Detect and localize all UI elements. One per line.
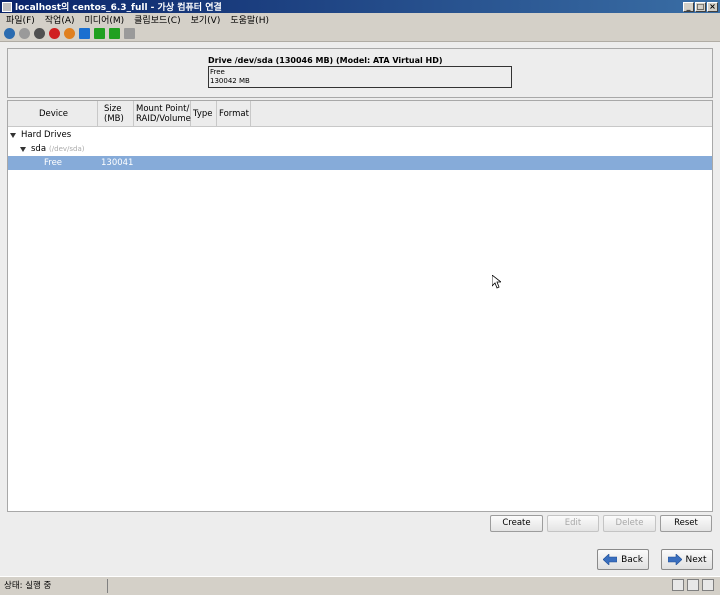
minimize-button[interactable]: _ xyxy=(683,1,694,12)
delete-button[interactable]: Delete xyxy=(603,515,656,532)
tree-row-sda[interactable]: sda (/dev/sda) xyxy=(8,142,712,156)
ctrl-alt-del-icon[interactable] xyxy=(4,28,15,39)
status-text: 상태: 실행 중 xyxy=(0,579,108,593)
back-arrow-icon xyxy=(603,554,618,565)
keyboard-icon xyxy=(672,579,684,591)
close-button[interactable]: × xyxy=(707,1,718,12)
partition-tree[interactable]: Device Size (MB) Mount Point/ RAID/Volum… xyxy=(7,100,713,512)
column-device[interactable]: Device xyxy=(8,101,98,127)
shutdown-icon[interactable] xyxy=(49,28,60,39)
create-button[interactable]: Create xyxy=(490,515,543,532)
drive-bar-label: Free xyxy=(210,68,225,76)
start-icon[interactable] xyxy=(19,28,30,39)
vm-connect-icon xyxy=(2,1,12,12)
maximize-button[interactable]: □ xyxy=(695,1,706,12)
snapshot-icon[interactable] xyxy=(109,28,120,39)
menu-view[interactable]: 보기(V) xyxy=(191,13,221,26)
resume-icon[interactable] xyxy=(94,28,105,39)
back-label: Back xyxy=(621,554,643,565)
menu-bar: 파일(F) 작업(A) 미디어(M) 클립보드(C) 보기(V) 도움말(H) xyxy=(0,13,720,26)
column-format[interactable]: Format xyxy=(217,101,251,127)
expand-arrow-icon[interactable] xyxy=(20,146,26,152)
edit-button[interactable]: Edit xyxy=(547,515,599,532)
disk-path: (/dev/sda) xyxy=(49,145,85,153)
free-size: 130041 xyxy=(101,158,134,168)
vm-toolbar xyxy=(0,26,720,42)
menu-clipboard[interactable]: 클립보드(C) xyxy=(134,13,180,26)
column-mount-point[interactable]: Mount Point/ RAID/Volume xyxy=(134,101,191,127)
window-title: localhost의 centos_6.3_full - 가상 컴퓨터 연결 xyxy=(15,3,222,13)
tree-row-free[interactable]: Free 130041 xyxy=(8,156,712,170)
installer-screen: Drive /dev/sda (130046 MB) (Model: ATA V… xyxy=(0,42,720,576)
drive-panel: Drive /dev/sda (130046 MB) (Model: ATA V… xyxy=(7,48,713,98)
expand-arrow-icon[interactable] xyxy=(10,132,16,138)
column-type[interactable]: Type xyxy=(191,101,217,127)
free-device: Free xyxy=(44,158,63,168)
lock-icon xyxy=(702,579,714,591)
group-label: Hard Drives xyxy=(21,130,72,140)
table-header: Device Size (MB) Mount Point/ RAID/Volum… xyxy=(8,101,712,127)
reset-button[interactable]: Reset xyxy=(660,515,712,532)
menu-file[interactable]: 파일(F) xyxy=(6,13,35,26)
mouse-cursor-icon xyxy=(492,275,501,289)
tree-row-hard-drives[interactable]: Hard Drives xyxy=(8,128,712,142)
disk-name: sda xyxy=(31,144,47,154)
menu-action[interactable]: 작업(A) xyxy=(45,13,75,26)
turn-off-icon[interactable] xyxy=(34,28,45,39)
next-button[interactable]: Next xyxy=(661,549,713,570)
menu-media[interactable]: 미디어(M) xyxy=(85,13,125,26)
window-titlebar: localhost의 centos_6.3_full - 가상 컴퓨터 연결 _… xyxy=(0,0,720,13)
revert-icon[interactable] xyxy=(124,28,135,39)
drive-free-bar[interactable]: Free 130042 MB xyxy=(208,66,512,88)
next-label: Next xyxy=(685,554,707,565)
column-size[interactable]: Size (MB) xyxy=(98,101,134,127)
back-button[interactable]: Back xyxy=(597,549,649,570)
status-bar: 상태: 실행 중 xyxy=(0,576,720,595)
next-arrow-icon xyxy=(667,554,682,565)
pause-icon[interactable] xyxy=(79,28,90,39)
mouse-capture-icon xyxy=(687,579,699,591)
menu-help[interactable]: 도움말(H) xyxy=(230,13,269,26)
drive-title: Drive /dev/sda (130046 MB) (Model: ATA V… xyxy=(208,56,443,65)
save-icon[interactable] xyxy=(64,28,75,39)
drive-bar-size: 130042 MB xyxy=(210,77,250,85)
